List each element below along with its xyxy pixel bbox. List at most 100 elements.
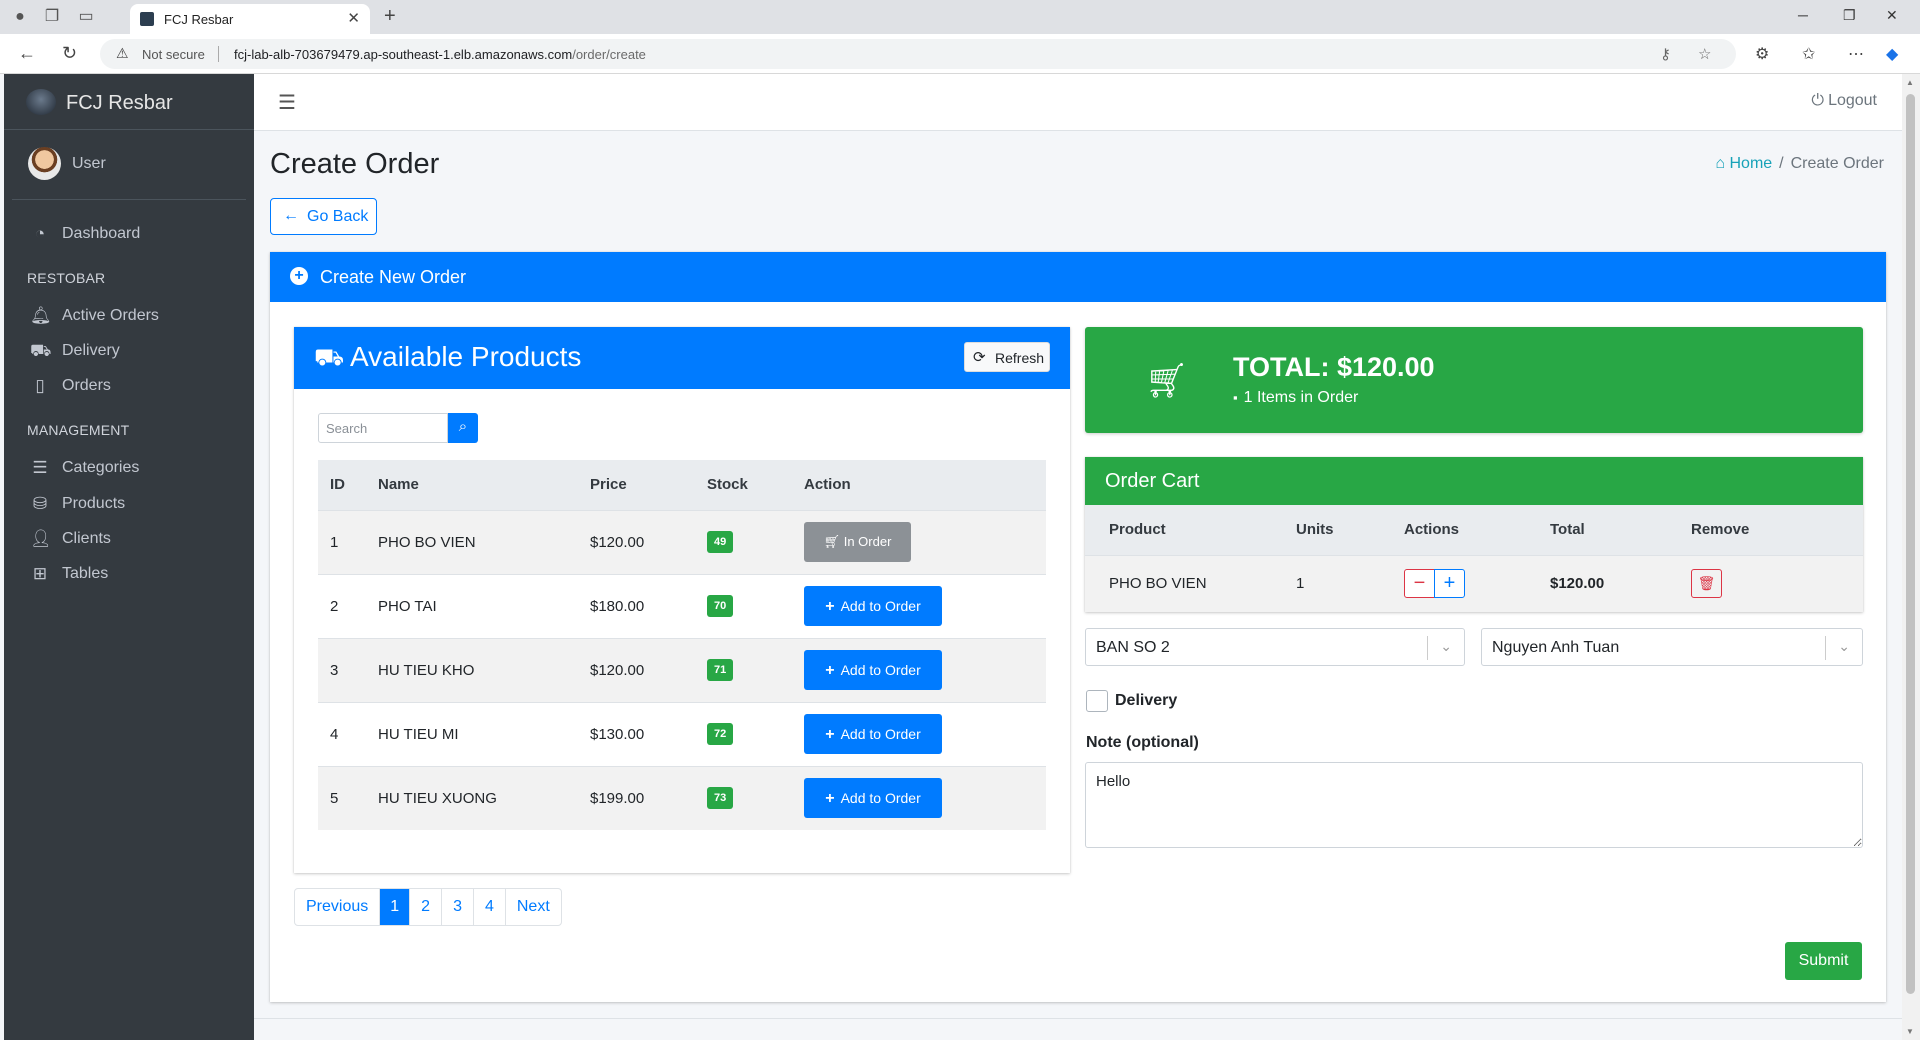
col-header-units: Units xyxy=(1296,505,1404,555)
table-row: PHO BO VIEN 1 − + $120.00 🗑︎ xyxy=(1085,554,1863,612)
bell-icon: 🔔︎ xyxy=(30,306,52,325)
sidebar-item-tables[interactable]: ⊞ Tables xyxy=(4,554,254,594)
sidebar-item-categories[interactable]: ☰ Categories xyxy=(4,448,254,488)
scrollbar-thumb[interactable] xyxy=(1906,94,1915,994)
dashboard-icon: ◔ xyxy=(34,224,46,243)
favorite-star-icon[interactable]: ☆ xyxy=(1698,45,1711,63)
sidebar-item-dashboard[interactable]: ◔ Dashboard xyxy=(4,214,254,254)
logout-label: Logout xyxy=(1828,92,1877,109)
reload-icon[interactable]: ↻ xyxy=(62,43,77,64)
items-count: ▪ 1 Items in Order xyxy=(1233,389,1358,407)
home-icon: ⌂ xyxy=(1715,155,1726,172)
address-bar[interactable]: ⚠ Not secure fcj-lab-alb-703679479.ap-so… xyxy=(100,39,1736,69)
cell-name: HU TIEU KHO xyxy=(378,637,590,702)
decrease-quantity-button[interactable]: − xyxy=(1404,569,1435,599)
order-total: TOTAL: $120.00 xyxy=(1233,352,1435,382)
close-tab-icon[interactable]: ✕ xyxy=(347,9,360,27)
back-icon[interactable]: ← xyxy=(18,43,36,64)
browser-toolbar: ← ↻ ⚠ Not secure fcj-lab-alb-703679479.a… xyxy=(0,34,1920,74)
pagination-page-2[interactable]: 2 xyxy=(409,889,441,925)
page-scrollbar[interactable]: ▲ ▼ xyxy=(1902,74,1920,1040)
sidebar-item-clients[interactable]: 👤︎ Clients xyxy=(4,519,254,559)
pagination-previous[interactable]: Previous xyxy=(295,889,379,925)
favorites-icon[interactable]: ✩ xyxy=(1802,44,1815,64)
delivery-checkbox[interactable] xyxy=(1086,690,1108,712)
in-order-label: In Order xyxy=(843,534,892,549)
menu-header-restobar: RESTOBAR xyxy=(27,270,106,286)
close-window-icon[interactable]: ✕ xyxy=(1886,7,1898,24)
items-count-label: 1 Items in Order xyxy=(1243,389,1359,406)
hamburger-menu-icon[interactable]: ☰ xyxy=(278,90,296,115)
submit-button[interactable]: Submit xyxy=(1785,942,1862,980)
stock-badge: 70 xyxy=(707,595,734,617)
sidebar-item-delivery[interactable]: ⛟ Delivery xyxy=(4,331,254,371)
refresh-button[interactable]: ⟳ Refresh xyxy=(964,342,1050,372)
scroll-down-icon[interactable]: ▼ xyxy=(1906,1027,1914,1036)
copilot-icon[interactable]: ◆ xyxy=(1886,44,1898,64)
extensions-icon[interactable]: ⚙ xyxy=(1755,44,1769,64)
table-row: 4 HU TIEU MI $130.00 72 + Add to Order xyxy=(318,701,1046,766)
products-panel-header: ⛟ Available Products ⟳ Refresh xyxy=(294,327,1070,389)
pagination-page-4[interactable]: 4 xyxy=(472,889,505,925)
truck-icon: ⛟ xyxy=(30,341,52,360)
scroll-up-icon[interactable]: ▲ xyxy=(1906,78,1914,87)
order-cart-panel: Order Cart Product Units Actions Total R… xyxy=(1085,457,1863,612)
sidebar-item-products[interactable]: ⛁ Products xyxy=(4,484,254,524)
brand-link[interactable]: FCJ Resbar xyxy=(4,74,254,130)
key-icon[interactable]: ⚷ xyxy=(1660,45,1671,63)
restore-icon[interactable]: ❐ xyxy=(1843,7,1856,24)
logout-link[interactable]: ⏻ Logout xyxy=(1811,92,1877,110)
plus-icon: + xyxy=(825,662,835,679)
sidebar-item-label: Products xyxy=(62,495,126,512)
new-tab-icon[interactable]: + xyxy=(384,5,396,28)
stock-badge: 72 xyxy=(707,723,734,745)
tab-actions-icon[interactable]: ▭ xyxy=(76,7,96,27)
increase-quantity-button[interactable]: + xyxy=(1434,569,1465,599)
pagination-page-1[interactable]: 1 xyxy=(379,889,410,925)
cell-id: 5 xyxy=(318,765,378,830)
col-header-total: Total xyxy=(1550,505,1691,555)
sidebar-item-orders[interactable]: ▯ Orders xyxy=(4,366,254,406)
table-row: 3 HU TIEU KHO $120.00 71 + Add to Order xyxy=(318,637,1046,702)
cell-price: $199.00 xyxy=(590,765,707,830)
workspaces-icon[interactable]: ❐ xyxy=(42,7,62,27)
pagination-next[interactable]: Next xyxy=(504,889,561,925)
plus-icon: + xyxy=(825,790,835,808)
avatar xyxy=(28,147,61,180)
go-back-button[interactable]: ← Go Back xyxy=(270,198,377,235)
remove-item-button[interactable]: 🗑︎ xyxy=(1691,569,1722,599)
cart-icon: 🛒︎ xyxy=(823,534,841,549)
search-input[interactable] xyxy=(318,413,448,443)
cell-price: $120.00 xyxy=(590,637,707,702)
minimize-icon[interactable]: ─ xyxy=(1798,7,1808,23)
cell-id: 3 xyxy=(318,637,378,702)
cell-id: 4 xyxy=(318,701,378,766)
note-textarea[interactable]: Hello xyxy=(1085,762,1863,848)
add-to-order-button[interactable]: + Add to Order xyxy=(804,586,942,626)
breadcrumb-home[interactable]: ⌂ Home xyxy=(1715,155,1772,172)
cell-price: $130.00 xyxy=(590,701,707,766)
cell-price: $120.00 xyxy=(590,509,707,574)
add-to-order-button[interactable]: + Add to Order xyxy=(804,714,942,754)
select-divider xyxy=(1427,636,1428,660)
add-to-order-label: Add to Order xyxy=(840,662,921,678)
stock-badge: 73 xyxy=(707,787,734,810)
arrow-left-icon: ← xyxy=(283,207,299,224)
add-to-order-button[interactable]: + Add to Order xyxy=(804,778,942,819)
pagination-page-3[interactable]: 3 xyxy=(441,889,473,925)
sidebar-item-label: Categories xyxy=(62,459,140,476)
menu-dots-icon[interactable]: ⋯ xyxy=(1848,44,1864,64)
add-to-order-button[interactable]: + Add to Order xyxy=(804,650,942,690)
sidebar-item-label: Delivery xyxy=(62,342,120,359)
profile-icon[interactable]: ● xyxy=(10,7,30,27)
search-button[interactable]: ⌕ xyxy=(448,413,478,443)
in-order-button[interactable]: 🛒︎ In Order xyxy=(804,522,911,562)
sidebar-item-active-orders[interactable]: 🔔︎ Active Orders xyxy=(4,296,254,336)
user-name[interactable]: User xyxy=(72,155,106,173)
cell-name: PHO BO VIEN xyxy=(378,509,590,574)
browser-tab[interactable]: FCJ Resbar ✕ xyxy=(130,4,370,34)
col-header-action: Action xyxy=(804,460,1046,510)
table-select[interactable]: BAN SO 2 ⌄ xyxy=(1085,628,1465,666)
breadcrumb: ⌂ Home / Create Order xyxy=(1715,155,1884,173)
client-select[interactable]: Nguyen Anh Tuan ⌄ xyxy=(1481,628,1863,666)
